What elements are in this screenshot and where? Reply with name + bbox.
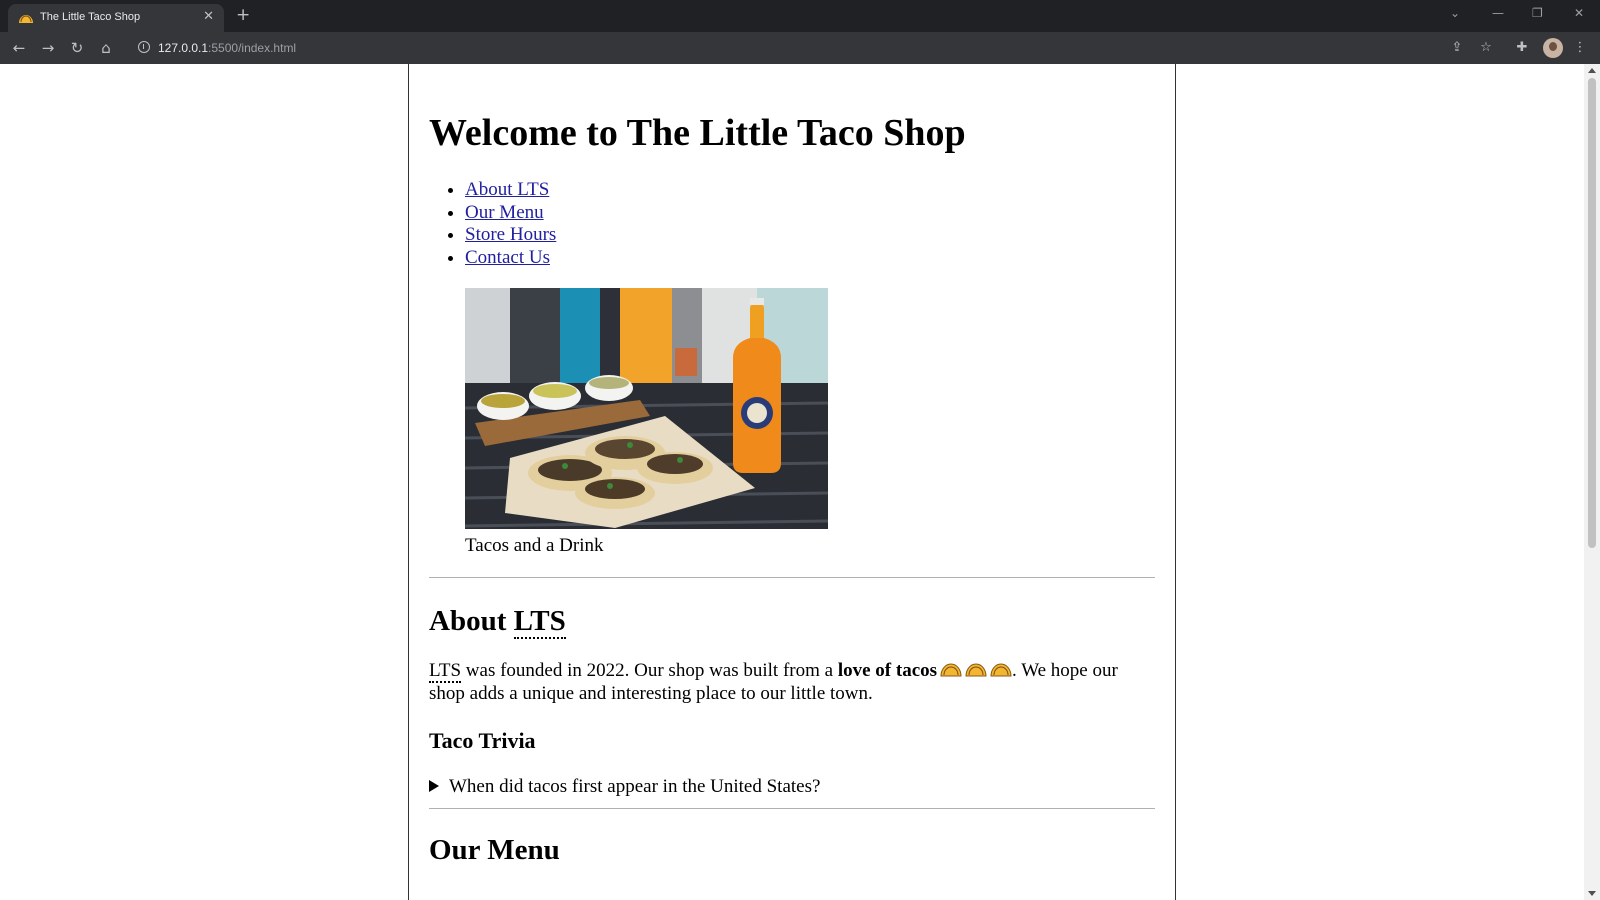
nav-link-contact[interactable]: Contact Us: [465, 247, 550, 268]
taco-emoji-icon: [965, 663, 987, 677]
site-nav: About LTS Our Menu Store Hours Contact U…: [429, 179, 1155, 269]
menu-dots-icon[interactable]: ⋮: [1570, 38, 1590, 58]
nav-item: About LTS: [465, 179, 1155, 202]
hero-figure: Tacos and a Drink: [465, 288, 1155, 557]
page-scrollbar[interactable]: [1584, 64, 1600, 900]
section-divider: [429, 808, 1155, 809]
menu-heading: Our Menu: [429, 834, 560, 866]
reload-icon[interactable]: ↻: [67, 38, 87, 58]
nav-link-menu[interactable]: Our Menu: [465, 202, 544, 223]
share-icon[interactable]: ⇪: [1447, 38, 1467, 58]
lts-abbr: LTS: [429, 660, 462, 683]
forward-icon[interactable]: →: [38, 38, 58, 58]
taco-emoji-icon: [990, 663, 1012, 677]
plus-icon[interactable]: +: [236, 5, 250, 25]
taco-emoji-icon: [940, 663, 962, 677]
info-icon[interactable]: [138, 41, 150, 53]
scrollbar-thumb[interactable]: [1588, 78, 1596, 548]
trivia-summary[interactable]: When did tacos first appear in the Unite…: [429, 776, 1155, 798]
about-heading: About LTS: [429, 605, 566, 639]
page-container: Welcome to The Little Taco Shop About LT…: [408, 64, 1176, 900]
home-icon[interactable]: ⌂: [96, 38, 116, 58]
figure-caption: Tacos and a Drink: [465, 535, 604, 556]
address-bar[interactable]: 127.0.0.1:5500/index.html: [130, 35, 1420, 61]
browser-tab[interactable]: The Little Taco Shop ✕: [8, 4, 224, 32]
url-text[interactable]: 127.0.0.1:5500/index.html: [158, 41, 296, 55]
scroll-up-icon[interactable]: [1588, 68, 1596, 73]
minimize-icon[interactable]: —: [1492, 6, 1504, 20]
page-title: Welcome to The Little Taco Shop: [429, 112, 966, 154]
avatar[interactable]: [1543, 38, 1563, 58]
trivia-details[interactable]: When did tacos first appear in the Unite…: [429, 776, 1155, 798]
tab-title: The Little Taco Shop: [40, 11, 141, 23]
browser-toolbar: ← → ↻ ⌂ 127.0.0.1:5500/index.html ⇪ ☆ ✚ …: [0, 32, 1600, 64]
nav-item: Contact Us: [465, 247, 1155, 270]
section-divider: [429, 577, 1155, 578]
nav-item: Our Menu: [465, 202, 1155, 225]
trivia-question: When did tacos first appear in the Unite…: [449, 776, 821, 797]
tacos-photo: [465, 288, 828, 529]
nav-link-about[interactable]: About LTS: [465, 179, 549, 200]
disclosure-triangle-icon[interactable]: [429, 780, 439, 792]
tab-search-chevron-icon[interactable]: ⌄: [1450, 6, 1460, 20]
page-viewport: Welcome to The Little Taco Shop About LT…: [0, 64, 1584, 900]
close-icon[interactable]: ✕: [203, 9, 214, 25]
about-paragraph: LTS was founded in 2022. Our shop was bu…: [429, 660, 1118, 704]
back-icon[interactable]: ←: [9, 38, 29, 58]
taco-favicon-icon: [19, 15, 33, 23]
nav-link-hours[interactable]: Store Hours: [465, 224, 556, 245]
love-of-tacos-text: love of tacos: [837, 660, 938, 681]
restore-icon[interactable]: ❐: [1532, 6, 1543, 20]
nav-item: Store Hours: [465, 224, 1155, 247]
browser-tab-bar: The Little Taco Shop ✕ + ⌄ — ❐ ✕: [0, 0, 1600, 32]
scroll-down-icon[interactable]: [1588, 891, 1596, 896]
trivia-heading: Taco Trivia: [429, 728, 536, 753]
window-close-icon[interactable]: ✕: [1574, 6, 1584, 20]
lts-abbr: LTS: [513, 605, 566, 639]
extensions-icon[interactable]: ✚: [1512, 38, 1532, 58]
star-icon[interactable]: ☆: [1476, 38, 1496, 58]
